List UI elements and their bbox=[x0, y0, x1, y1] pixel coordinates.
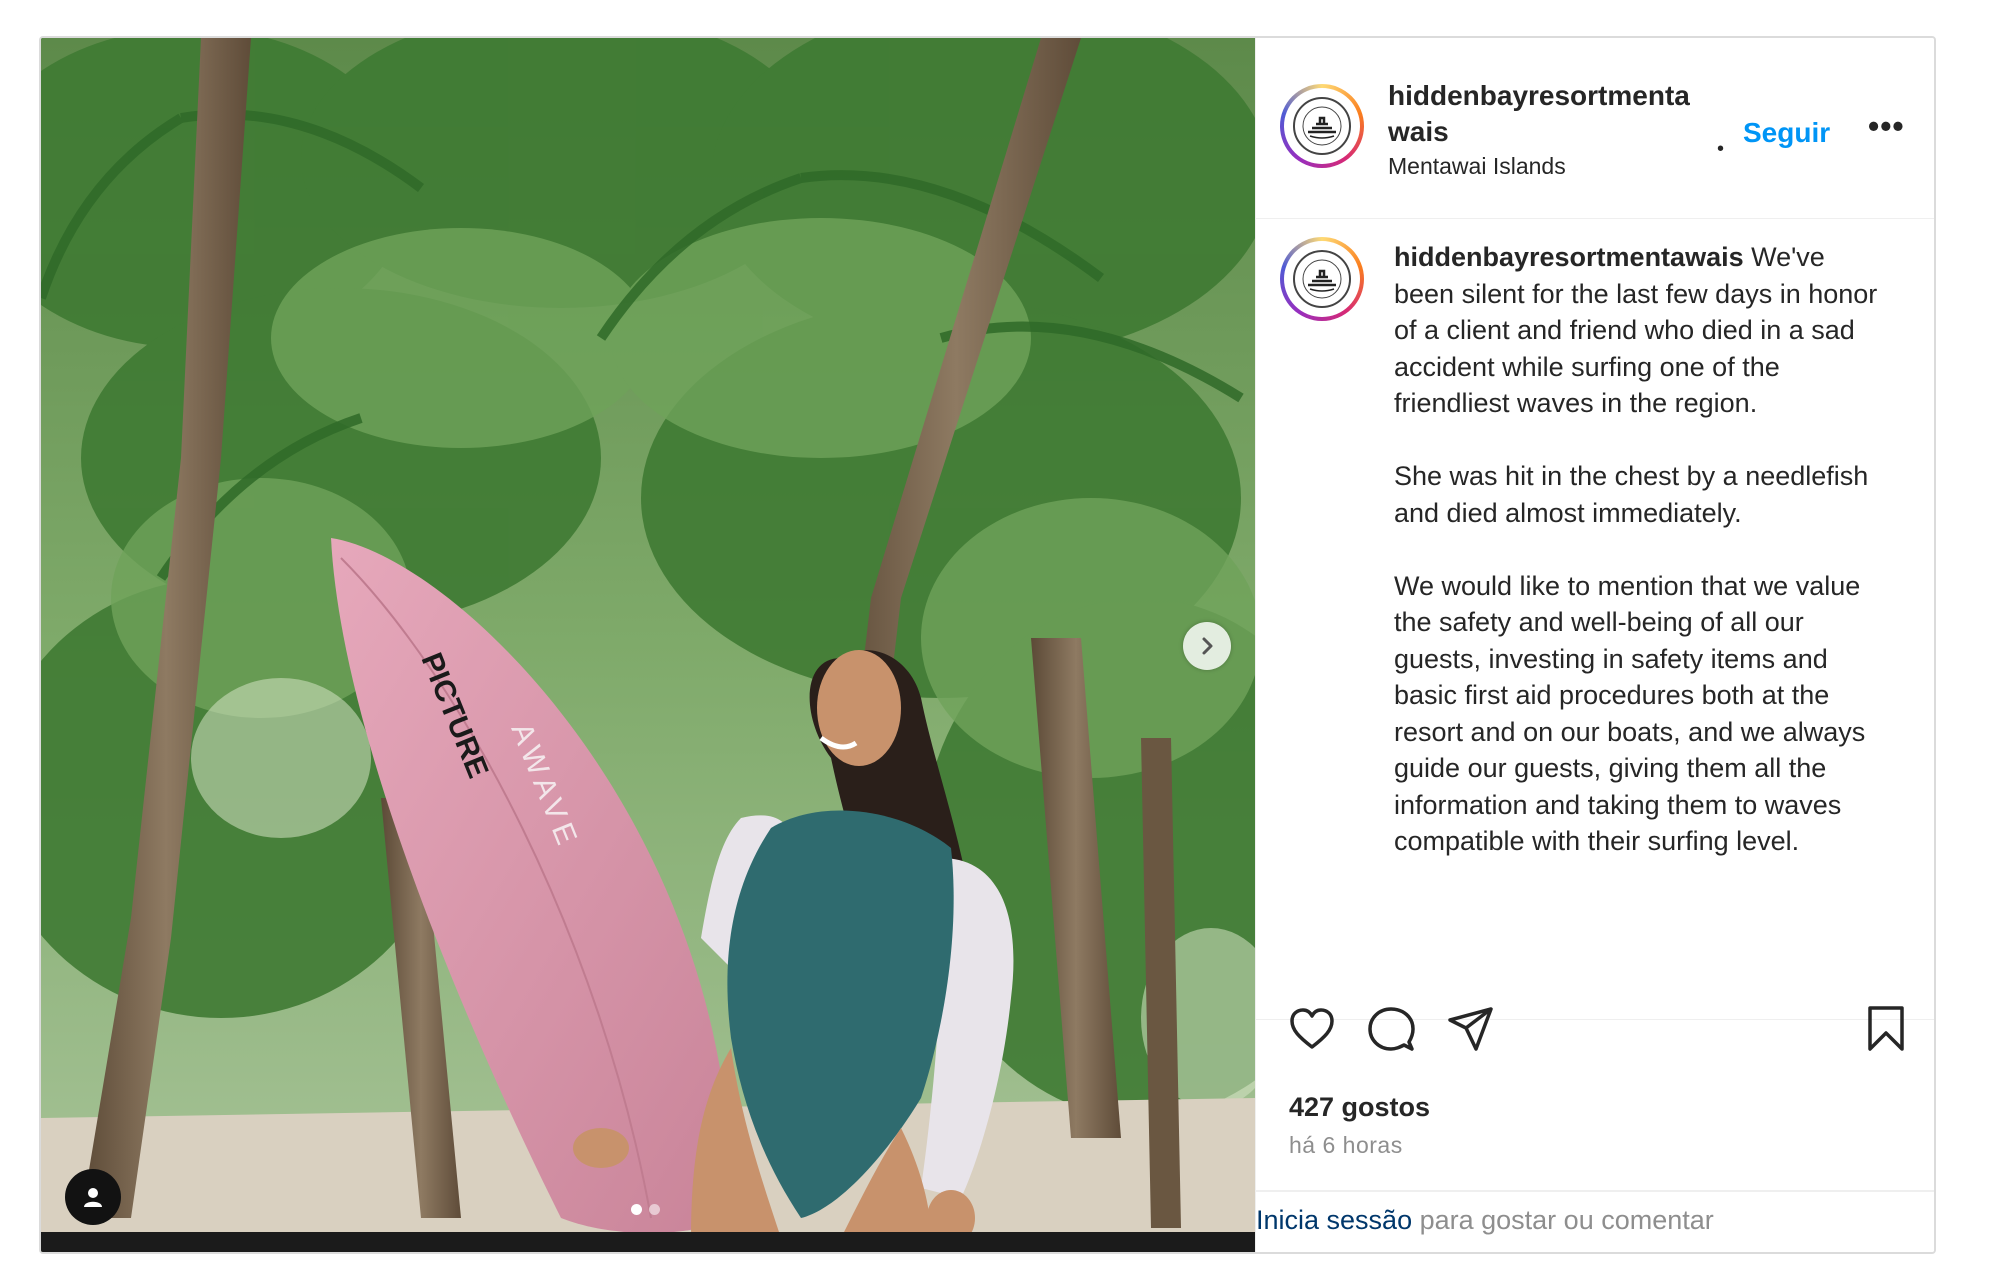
post-sidebar: hiddenbayresortmenta wais Mentawai Islan… bbox=[1255, 38, 1934, 1252]
follow-button[interactable]: Seguir bbox=[1743, 117, 1830, 149]
chevron-right-icon bbox=[1202, 637, 1213, 655]
caption-section: hiddenbayresortmentawais We've been sile… bbox=[1256, 219, 1934, 1020]
caption-username[interactable]: hiddenbayresortmentawais bbox=[1394, 242, 1744, 272]
more-options-button[interactable]: ••• bbox=[1868, 108, 1905, 145]
caption-paragraph: hiddenbayresortmentawais We've been sile… bbox=[1394, 242, 1878, 418]
carousel-dot bbox=[631, 1204, 642, 1215]
login-prompt-text: para gostar ou comentar bbox=[1412, 1205, 1714, 1235]
instagram-post: PICTURE AWAVE hiddenbayresortmenta wais … bbox=[39, 36, 1936, 1254]
resort-logo-icon bbox=[1293, 250, 1351, 308]
author-username[interactable]: hiddenbayresortmenta wais bbox=[1388, 78, 1690, 150]
post-actions bbox=[1256, 1004, 1934, 1074]
bookmark-icon[interactable] bbox=[1861, 1004, 1911, 1054]
post-media[interactable]: PICTURE AWAVE bbox=[41, 38, 1255, 1252]
author-avatar[interactable] bbox=[1280, 84, 1364, 168]
heart-icon[interactable] bbox=[1287, 1004, 1337, 1054]
carousel-next-button[interactable] bbox=[1183, 622, 1231, 670]
carousel-dot bbox=[649, 1204, 660, 1215]
separator-dot: • bbox=[1717, 138, 1725, 160]
resort-logo-icon bbox=[1293, 97, 1351, 155]
caption-author-avatar[interactable] bbox=[1280, 237, 1364, 321]
login-prompt: Inicia sessão para gostar ou comentar bbox=[1256, 1190, 1934, 1252]
post-photo: PICTURE AWAVE bbox=[41, 38, 1255, 1252]
share-icon[interactable] bbox=[1446, 1004, 1496, 1054]
post-timestamp[interactable]: há 6 horas bbox=[1289, 1132, 1403, 1159]
post-header: hiddenbayresortmenta wais Mentawai Islan… bbox=[1256, 38, 1934, 219]
login-link[interactable]: Inicia sessão bbox=[1256, 1205, 1412, 1235]
caption-paragraph: She was hit in the chest by a needlefish… bbox=[1394, 461, 1869, 528]
caption-text: hiddenbayresortmentawais We've been sile… bbox=[1394, 239, 1884, 860]
comment-icon[interactable] bbox=[1366, 1004, 1416, 1054]
tagged-users-button[interactable] bbox=[65, 1169, 121, 1225]
post-location[interactable]: Mentawai Islands bbox=[1388, 153, 1566, 180]
caption-paragraph: We would like to mention that we value t… bbox=[1394, 570, 1866, 857]
carousel-indicator bbox=[631, 1204, 660, 1215]
user-icon bbox=[84, 1188, 102, 1207]
likes-count[interactable]: 427 gostos bbox=[1289, 1092, 1430, 1123]
media-bottom-strip bbox=[41, 1232, 1255, 1252]
